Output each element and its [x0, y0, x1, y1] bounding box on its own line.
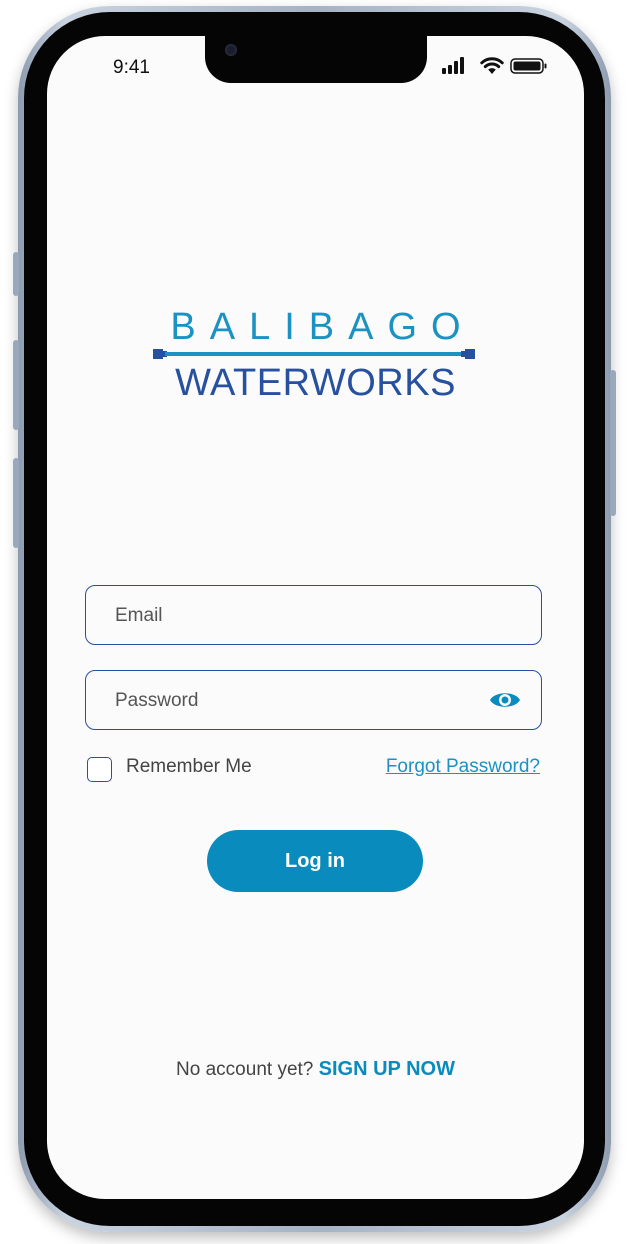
no-account-text: No account yet?: [176, 1059, 314, 1080]
front-camera: [225, 44, 237, 56]
password-input[interactable]: [113, 671, 477, 731]
logo-pipe-icon: [153, 349, 475, 359]
logo-line-balibago: BALIBAGO: [170, 306, 475, 348]
wifi-icon: [480, 57, 504, 74]
remember-me-checkbox[interactable]: [87, 757, 112, 782]
cellular-signal-icon: [442, 57, 464, 74]
battery-icon: [510, 58, 547, 74]
show-password-eye-icon[interactable]: [489, 687, 521, 713]
remember-me-label: Remember Me: [126, 756, 252, 777]
volume-up-button: [13, 340, 19, 430]
password-field[interactable]: [85, 670, 542, 731]
status-time: 9:41: [113, 57, 150, 78]
power-button: [610, 370, 616, 516]
login-button[interactable]: Log in: [207, 830, 423, 892]
logo-line-waterworks: WATERWORKS: [175, 362, 456, 404]
email-input[interactable]: [113, 586, 477, 646]
volume-down-button: [13, 458, 19, 548]
status-icons: [442, 57, 548, 77]
notch: [205, 36, 427, 83]
sign-up-link[interactable]: SIGN UP NOW: [319, 1058, 455, 1080]
silent-switch: [13, 252, 19, 296]
email-field[interactable]: [85, 585, 542, 646]
signup-row: No account yet? SIGN UP NOW: [47, 1058, 584, 1081]
forgot-password-link[interactable]: Forgot Password?: [386, 756, 540, 778]
app-screen: 9:41 BALIBAGO WATERWORKS Email Remember …: [47, 36, 584, 1199]
